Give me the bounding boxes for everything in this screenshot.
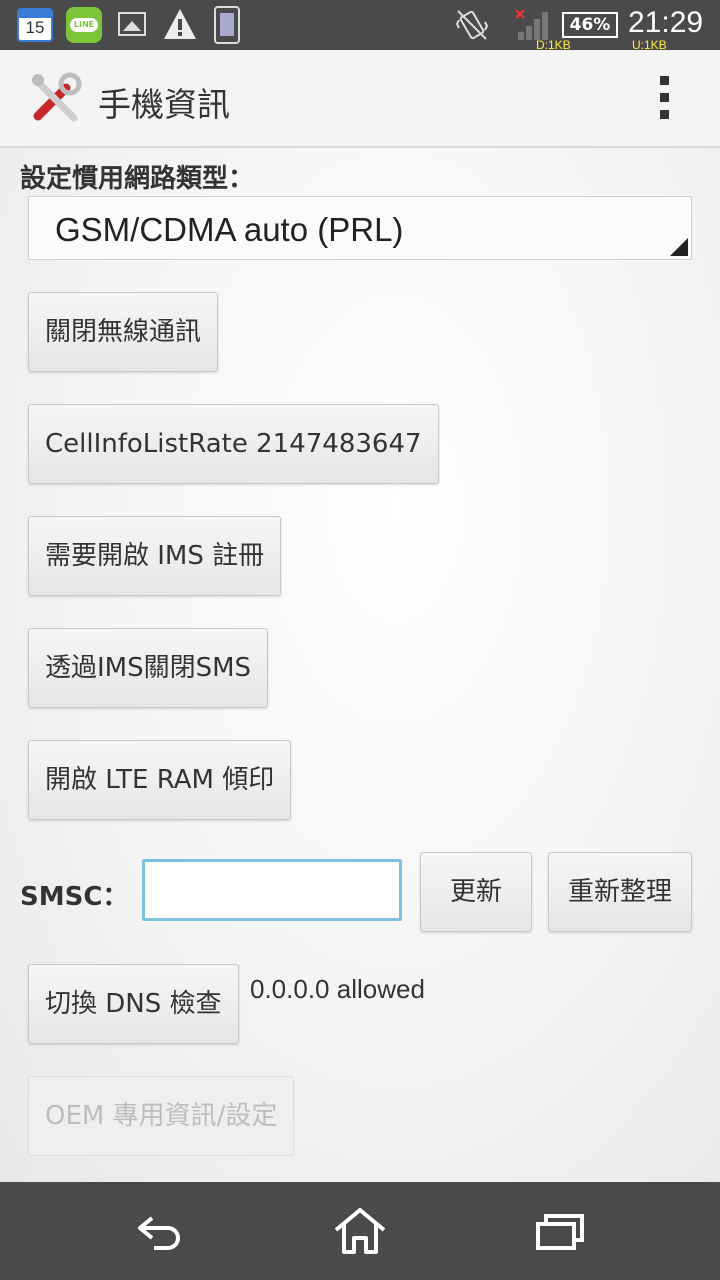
overflow-dot	[659, 110, 669, 119]
overflow-dot	[659, 76, 669, 85]
calendar-day: 15	[25, 18, 45, 37]
smsc-label: SMSC：	[20, 882, 129, 912]
line-app-icon: LINE	[66, 7, 102, 43]
lte-ram-dump-button[interactable]: 開啟 LTE RAM 傾印	[28, 740, 292, 820]
dropdown-arrow-icon	[670, 238, 688, 256]
navigation-bar	[0, 1182, 720, 1280]
line-label: LINE	[70, 18, 98, 32]
smsc-update-button[interactable]: 更新	[420, 852, 532, 932]
vibrate-icon	[455, 10, 489, 40]
dns-status: 0.0.0.0 allowed	[250, 974, 425, 1004]
back-icon[interactable]	[132, 1206, 188, 1256]
preferred-network-label: 設定慣用網路類型：	[20, 164, 255, 194]
smsc-refresh-button[interactable]: 重新整理	[548, 852, 692, 932]
image-icon	[118, 12, 146, 36]
clock: 21:29	[628, 6, 704, 39]
overflow-dot	[659, 93, 669, 102]
smsc-input[interactable]	[142, 859, 402, 921]
radio-off-button[interactable]: 關閉無線通訊	[28, 292, 219, 372]
oem-info-button[interactable]: OEM 專用資訊/設定	[28, 1076, 295, 1156]
phone-screenshot-icon	[214, 6, 240, 44]
overflow-menu-button[interactable]	[650, 76, 678, 124]
battery-icon: 46%	[562, 12, 618, 38]
dns-check-button[interactable]: 切換 DNS 檢查	[28, 964, 239, 1044]
cell-info-rate-button[interactable]: CellInfoListRate 2147483647	[28, 404, 439, 484]
signal-icon	[516, 10, 548, 40]
preferred-network-spinner[interactable]: GSM/CDMA auto (PRL)	[28, 196, 692, 260]
preferred-network-value: GSM/CDMA auto (PRL)	[55, 211, 404, 248]
sms-over-ims-button[interactable]: 透過IMS關閉SMS	[28, 628, 269, 708]
calendar-icon: 15	[17, 8, 53, 42]
recent-apps-icon[interactable]	[532, 1206, 588, 1256]
tools-icon	[32, 72, 82, 122]
home-icon[interactable]	[332, 1206, 388, 1256]
warning-icon	[164, 9, 196, 39]
phone-info-content: 設定慣用網路類型： GSM/CDMA auto (PRL) 關閉無線通訊 Cel…	[0, 148, 720, 1182]
ims-registration-button[interactable]: 需要開啟 IMS 註冊	[28, 516, 282, 596]
page-title: 手機資訊	[98, 85, 230, 124]
action-bar: 手機資訊	[0, 50, 720, 148]
status-bar: 15 LINE 46% 21:29 D:1KB U:1KB	[0, 0, 720, 52]
